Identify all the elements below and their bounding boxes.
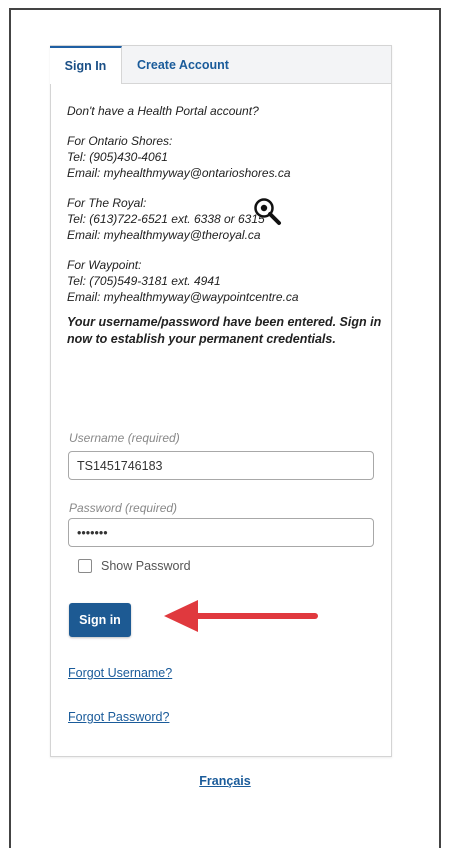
password-input[interactable] [68, 518, 374, 547]
contact-org: For Ontario Shores: [67, 134, 173, 148]
sign-in-button[interactable]: Sign in [69, 603, 131, 637]
left-arrow-icon [164, 600, 318, 632]
credentials-notice: Your username/password have been entered… [67, 315, 382, 346]
signin-card: Sign In Create Account Don't have a Heal… [50, 45, 392, 757]
contact-email: Email: myhealthmyway@ontarioshores.ca [67, 166, 291, 180]
show-password-checkbox[interactable] [78, 559, 92, 573]
username-label: Username (required) [69, 431, 180, 445]
show-password-label[interactable]: Show Password [101, 559, 191, 573]
tab-create-account[interactable]: Create Account [137, 46, 229, 83]
contact-tel: Tel: (613)722-6521 ext. 6338 or 6315 [67, 212, 265, 226]
contact-tel: Tel: (705)549-3181 ext. 4941 [67, 274, 221, 288]
tab-bar: Sign In Create Account [50, 46, 391, 84]
zoom-cursor-icon [254, 198, 281, 225]
forgot-username-link[interactable]: Forgot Username? [68, 666, 172, 680]
contact-email: Email: myhealthmyway@theroyal.ca [67, 228, 261, 242]
contact-org: For The Royal: [67, 196, 147, 210]
language-link[interactable]: Français [0, 774, 450, 788]
contact-tel: Tel: (905)430-4061 [67, 150, 168, 164]
forgot-password-link[interactable]: Forgot Password? [68, 710, 169, 724]
tab-sign-in[interactable]: Sign In [50, 46, 122, 84]
intro-text: Don't have a Health Portal account? [67, 104, 259, 118]
contact-email: Email: myhealthmyway@waypointcentre.ca [67, 290, 299, 304]
contact-org: For Waypoint: [67, 258, 142, 272]
username-input[interactable] [68, 451, 374, 480]
password-label: Password (required) [69, 501, 178, 515]
contact-info: Don't have a Health Portal account? For … [67, 103, 387, 347]
